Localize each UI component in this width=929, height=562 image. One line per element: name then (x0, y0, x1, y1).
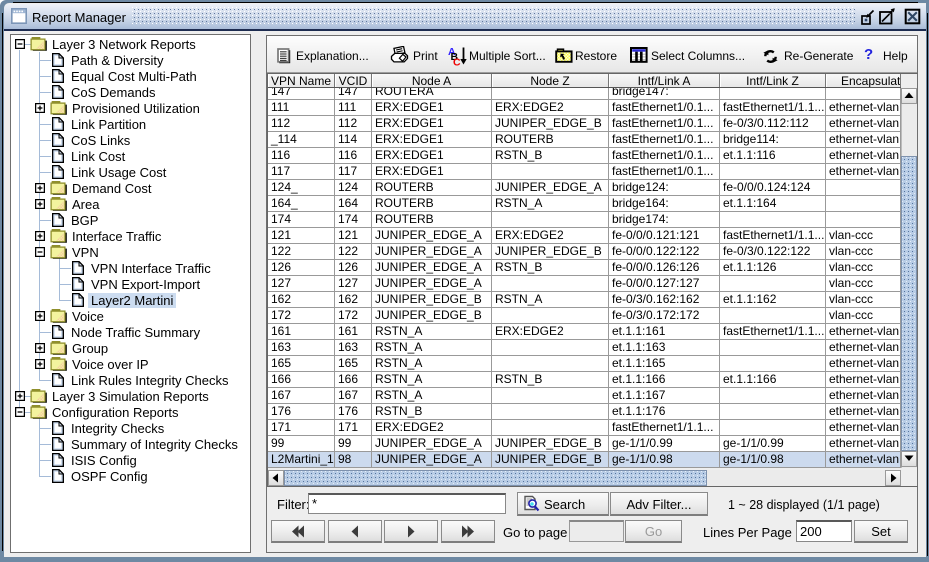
svg-text:C: C (453, 57, 461, 67)
